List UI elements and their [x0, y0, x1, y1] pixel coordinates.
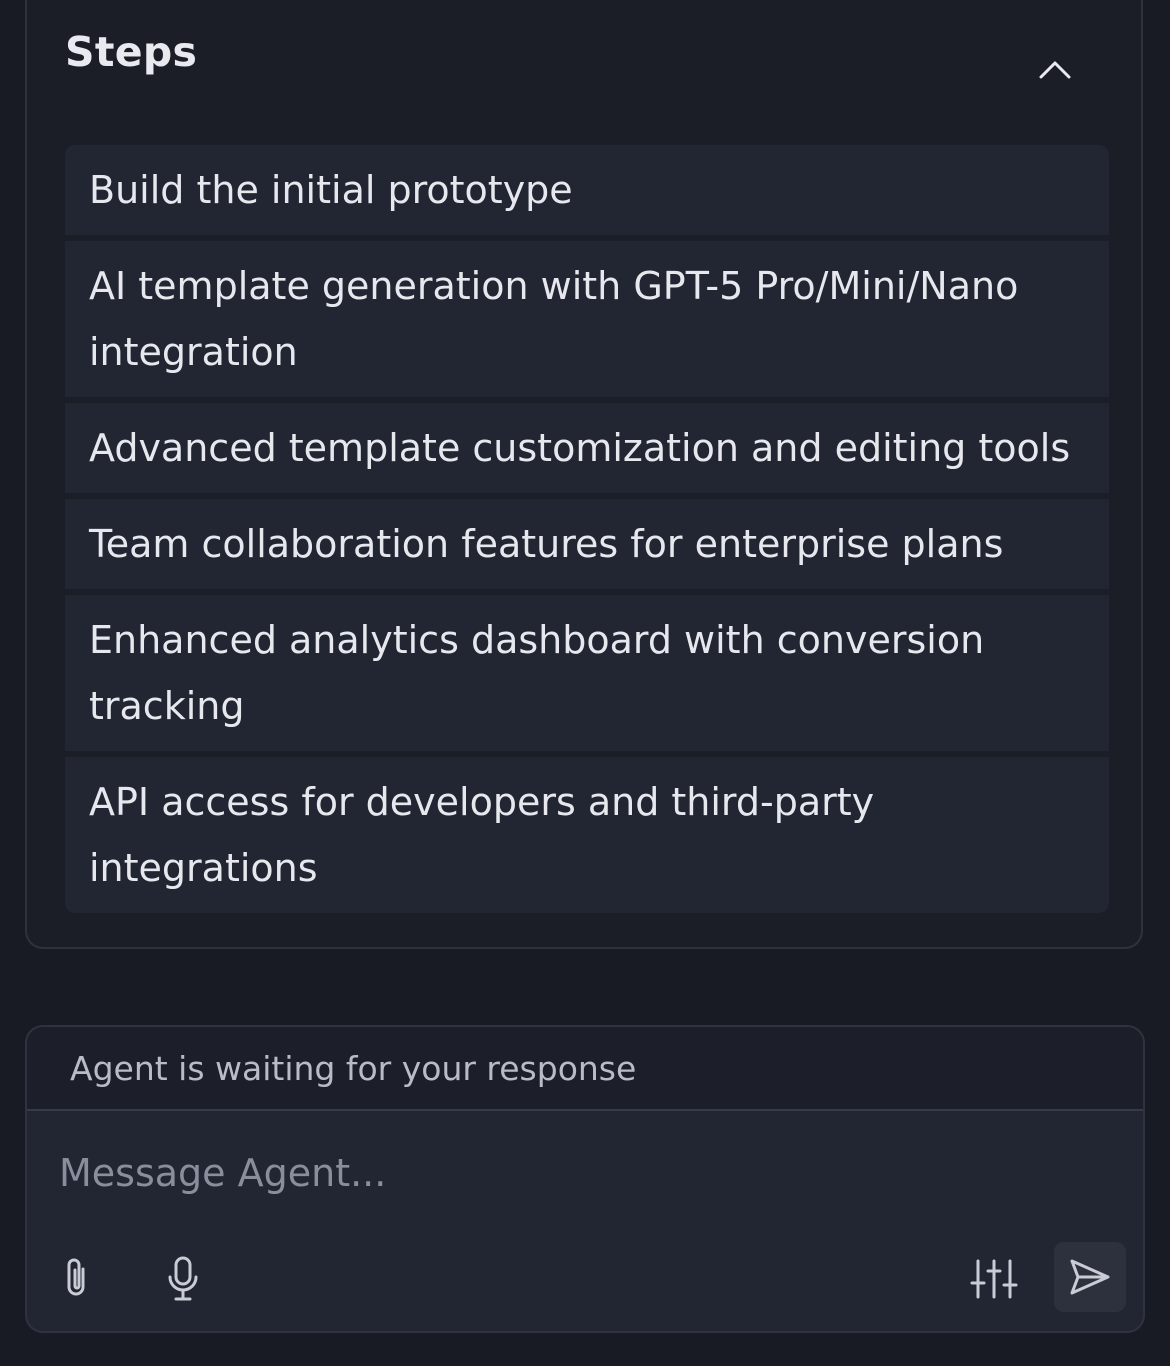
message-composer: Agent is waiting for your response — [25, 1025, 1145, 1333]
step-item: Build the initial prototype — [65, 145, 1109, 235]
step-item: AI template generation with GPT-5 Pro/Mi… — [65, 241, 1109, 397]
agent-status-text: Agent is waiting for your response — [27, 1027, 1143, 1111]
message-input[interactable] — [57, 1137, 1061, 1209]
step-item: Enhanced analytics dashboard with conver… — [65, 595, 1109, 751]
microphone-button[interactable] — [153, 1249, 213, 1309]
step-item: API access for developers and third-part… — [65, 757, 1109, 913]
steps-title: Steps — [65, 28, 198, 76]
step-item: Advanced template customization and edit… — [65, 403, 1109, 493]
steps-panel: Steps Build the initial prototype AI tem… — [25, 0, 1143, 949]
step-list: Build the initial prototype AI template … — [65, 145, 1109, 913]
paperclip-icon — [67, 1258, 85, 1296]
chevron-up-icon — [1039, 61, 1071, 79]
microphone-icon — [168, 1256, 198, 1301]
settings-button[interactable] — [964, 1249, 1024, 1309]
send-button[interactable] — [1054, 1242, 1126, 1312]
sliders-icon — [970, 1259, 1018, 1299]
send-icon — [1070, 1259, 1110, 1295]
attach-button[interactable] — [46, 1249, 106, 1309]
collapse-steps-button[interactable] — [1031, 46, 1079, 94]
step-item: Team collaboration features for enterpri… — [65, 499, 1109, 589]
